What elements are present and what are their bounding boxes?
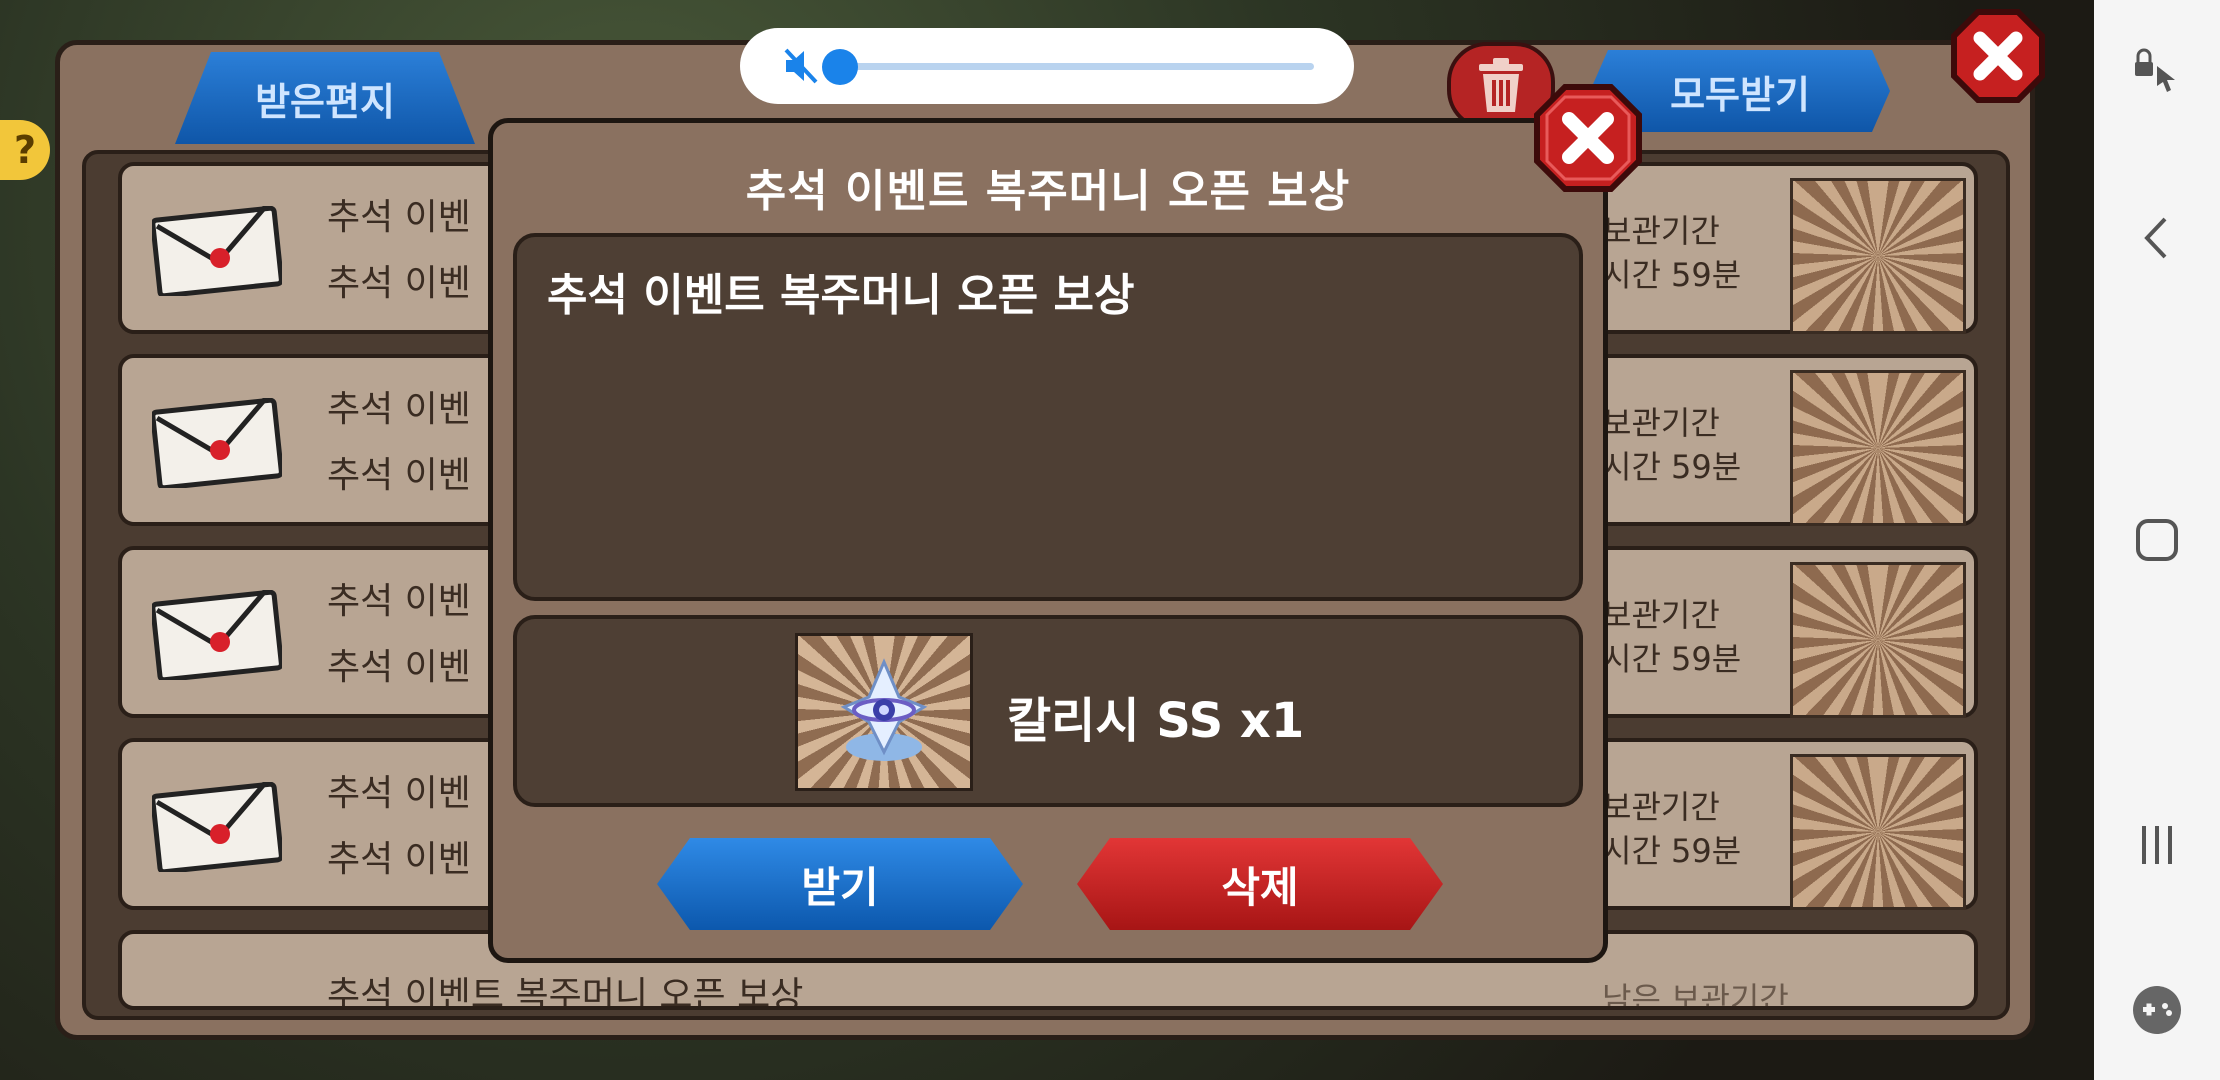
close-icon (1951, 9, 2045, 103)
reward-box: 칼리시 SS x1 (513, 615, 1583, 807)
blue-gem-icon (1790, 370, 1966, 526)
keep-period-time: 시간 59분 (1602, 832, 1742, 870)
close-icon (1534, 84, 1642, 192)
tab-inbox[interactable]: 받은편지 (175, 52, 475, 144)
envelope-icon (152, 590, 282, 680)
receive-button[interactable]: 받기 (657, 838, 1023, 930)
keep-period-label: 보관기간 (1602, 788, 1720, 826)
mail-subtitle: 추석 이벤 (327, 647, 471, 688)
calyx-item-icon (1790, 178, 1966, 334)
keep-period-time: 시간 59분 (1602, 640, 1742, 678)
keep-period-time: 시간 59분 (1602, 448, 1742, 486)
envelope-icon (152, 206, 282, 296)
mail-title: 추석 이벤 (327, 197, 471, 238)
reward-text: 칼리시 SS x1 (1007, 693, 1305, 749)
mail-title: 추석 이벤트 복주머니 오픈 보상 (327, 975, 804, 1010)
mail-subtitle: 추석 이벤 (327, 263, 471, 304)
keep-period-label: 보관기간 (1602, 404, 1720, 442)
reward-dialog: 추석 이벤트 복주머니 오픈 보상 추석 이벤트 복주머니 오픈 보상 칼리시 … (488, 84, 1642, 963)
envelope-icon (152, 782, 282, 872)
lock-touch-icon[interactable] (2127, 40, 2187, 100)
mail-title: 추석 이벤 (327, 773, 471, 814)
r-stone-icon (1790, 754, 1966, 910)
home-icon[interactable] (2127, 510, 2187, 570)
back-icon[interactable] (2127, 208, 2187, 268)
envelope-icon (152, 398, 282, 488)
mail-title: 추석 이벤 (327, 581, 471, 622)
calyx-icon (840, 658, 928, 761)
potion-icon (1790, 562, 1966, 718)
dialog-title: 추석 이벤트 복주머니 오픈 보상 (745, 166, 1351, 217)
close-mailbox-button[interactable] (1950, 8, 2046, 104)
keep-period-label: 남은 보관기간 (1602, 980, 1789, 1010)
mail-title: 추석 이벤 (327, 389, 471, 430)
reward-item-icon (795, 633, 973, 791)
volume-slider[interactable] (822, 49, 1314, 85)
keep-period-time: 시간 59분 (1602, 256, 1742, 294)
navigation-bar (2094, 0, 2220, 1080)
volume-slider-thumb[interactable] (822, 49, 858, 85)
mail-subtitle: 추석 이벤 (327, 455, 471, 496)
message-body: 추석 이벤트 복주머니 오픈 보상 (547, 270, 1135, 321)
volume-panel (740, 28, 1354, 104)
game-tools-icon[interactable] (2127, 980, 2187, 1040)
message-box: 추석 이벤트 복주머니 오픈 보상 (513, 233, 1583, 601)
recents-icon[interactable] (2127, 815, 2187, 875)
keep-period-label: 보관기간 (1602, 212, 1720, 250)
delete-button[interactable]: 삭제 (1077, 838, 1443, 930)
trash-icon (1479, 58, 1523, 112)
keep-period-label: 보관기간 (1602, 596, 1720, 634)
mail-subtitle: 추석 이벤 (327, 839, 471, 880)
speaker-muted-icon[interactable] (782, 46, 822, 86)
close-dialog-button[interactable] (1533, 83, 1643, 193)
